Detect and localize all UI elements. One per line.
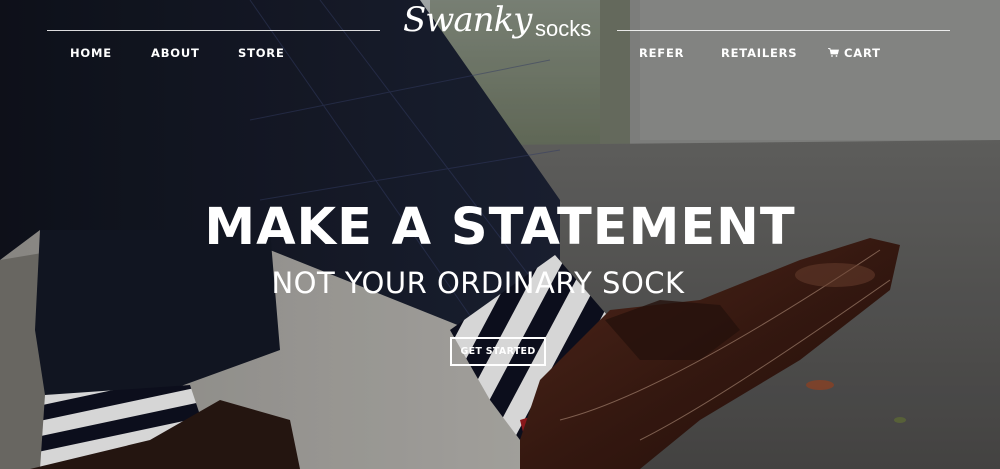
header-rule-left — [47, 30, 380, 31]
nav-about[interactable]: ABOUT — [151, 46, 200, 60]
nav-retailers[interactable]: RETAILERS — [721, 46, 797, 60]
nav-cart-label: CART — [844, 46, 881, 60]
nav-refer[interactable]: REFER — [639, 46, 684, 60]
header-rule-right — [617, 30, 950, 31]
hero-subheadline: NOT YOUR ORDINARY SOCK — [271, 266, 685, 300]
brand-logo[interactable]: Swanky socks — [403, 0, 595, 52]
shopping-cart-icon — [828, 48, 839, 57]
brand-logo-script: Swanky — [403, 0, 532, 40]
get-started-button[interactable]: GET STARTED — [450, 337, 546, 366]
hero-section: HOME ABOUT STORE REFER RETAILERS CART Sw… — [0, 0, 1000, 469]
nav-store[interactable]: STORE — [238, 46, 285, 60]
brand-logo-word: socks — [535, 16, 592, 41]
hero-headline: MAKE A STATEMENT — [204, 198, 796, 257]
nav-cart[interactable]: CART — [828, 46, 881, 60]
nav-home[interactable]: HOME — [70, 46, 112, 60]
